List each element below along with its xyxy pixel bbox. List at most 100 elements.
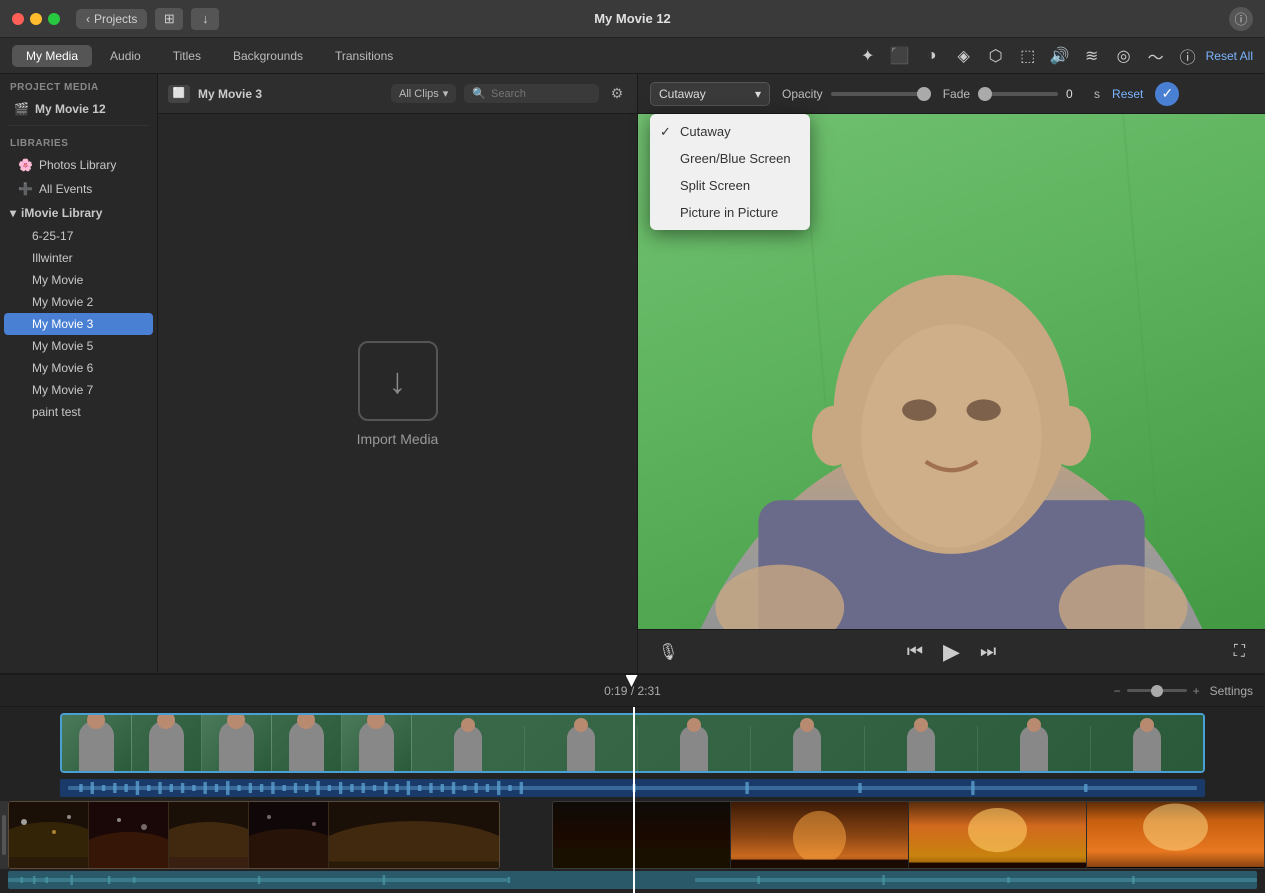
- noise-icon[interactable]: 〜: [1142, 42, 1170, 70]
- reset-button[interactable]: Reset: [1112, 87, 1143, 101]
- zoom-plus-icon[interactable]: +: [1193, 684, 1200, 698]
- close-button[interactable]: [12, 13, 24, 25]
- titlebar: ‹ Projects ⊞ ↓ My Movie 12 ⓘ: [0, 0, 1265, 38]
- dropdown-option-green-blue-screen[interactable]: Green/Blue Screen: [650, 145, 810, 172]
- fade-value: 0: [1066, 87, 1086, 101]
- sidebar-item-my-movie-5[interactable]: My Movie 5: [4, 335, 153, 357]
- next-button[interactable]: ⏭: [980, 641, 996, 662]
- film-frame-4: [272, 715, 342, 771]
- color-correct-icon[interactable]: ◑: [918, 42, 946, 70]
- person-sm-10: [907, 726, 935, 771]
- broll-clip-1[interactable]: [8, 801, 500, 869]
- person-head-3: [227, 715, 245, 729]
- sidebar-item-my-movie-12[interactable]: 🎬 My Movie 12: [4, 97, 153, 121]
- broll-frame-5: [329, 802, 499, 868]
- person-head-1: [87, 715, 105, 729]
- eq-icon[interactable]: ≋: [1078, 42, 1106, 70]
- main-video-track[interactable]: [60, 713, 1205, 773]
- sidebar-item-my-movie[interactable]: My Movie: [4, 269, 153, 291]
- tab-my-media[interactable]: My Media: [12, 45, 92, 67]
- opacity-thumb[interactable]: [917, 87, 931, 101]
- speed-icon[interactable]: ◎: [1110, 42, 1138, 70]
- sidebar-item-paint-test[interactable]: paint test: [4, 401, 153, 423]
- broll-audio-track: [8, 871, 1257, 889]
- sidebar-item-6-25-17[interactable]: 6-25-17: [4, 225, 153, 247]
- zoom-thumb[interactable]: [1151, 685, 1163, 697]
- fade-slider[interactable]: [978, 92, 1058, 96]
- person-head-sm-6: [461, 718, 475, 732]
- timeline-header: 0:19 / 2:31 − + Settings: [0, 675, 1265, 707]
- person-silhouette-2: [149, 721, 184, 771]
- clip-filter-label: All Clips: [399, 88, 439, 100]
- person-head-sm-12: [1140, 718, 1154, 732]
- import-button[interactable]: ↓: [191, 8, 219, 30]
- waveform-svg: [68, 780, 1197, 796]
- magic-wand-icon[interactable]: ✦: [854, 42, 882, 70]
- person-silhouette-3: [219, 721, 254, 771]
- library-view-button[interactable]: ⊞: [155, 8, 183, 30]
- info-icon[interactable]: ⓘ: [1174, 42, 1202, 70]
- main-track-filmstrip: [62, 715, 1203, 771]
- minimize-button[interactable]: [30, 13, 42, 25]
- tab-audio[interactable]: Audio: [96, 45, 155, 67]
- fade-control: Fade 0 s: [943, 87, 1100, 101]
- sidebar-item-my-movie-2[interactable]: My Movie 2: [4, 291, 153, 313]
- import-label: Import Media: [357, 431, 439, 447]
- play-button[interactable]: ▶: [943, 639, 960, 665]
- dropdown-option-picture-in-picture[interactable]: Picture in Picture: [650, 199, 810, 226]
- projects-back-button[interactable]: ‹ Projects: [76, 9, 147, 29]
- clip-filter-dropdown[interactable]: All Clips ▾: [391, 84, 456, 103]
- dropdown-chevron-icon: ▾: [755, 87, 761, 101]
- sidebar-item-my-movie-3[interactable]: My Movie 3: [4, 313, 153, 335]
- libraries-header: LIBRARIES: [0, 130, 157, 153]
- person-head-2: [157, 715, 175, 729]
- sidebar-item-my-movie-6[interactable]: My Movie 6: [4, 357, 153, 379]
- titlebar-right: ⓘ: [1229, 7, 1253, 31]
- gear-icon[interactable]: ⚙: [607, 84, 627, 104]
- reset-all-button[interactable]: Reset All: [1206, 49, 1253, 63]
- cutaway-dropdown[interactable]: Cutaway ▾: [650, 82, 770, 106]
- info-badge[interactable]: ⓘ: [1229, 7, 1253, 31]
- player-controls: 🎙 ⏮ ▶ ⏭ ⛶: [638, 629, 1265, 673]
- mic-button[interactable]: 🎙: [658, 642, 678, 662]
- volume-icon[interactable]: 🔊: [1046, 42, 1074, 70]
- fade-thumb[interactable]: [978, 87, 992, 101]
- landscape-frame-4: [1087, 802, 1264, 868]
- expand-panel-button[interactable]: ⬜: [168, 85, 190, 103]
- zoom-control: − +: [1114, 684, 1200, 698]
- imovie-library-toggle[interactable]: ▾ iMovie Library: [0, 201, 157, 225]
- frame-icon[interactable]: ⬛: [886, 42, 914, 70]
- maximize-button[interactable]: [48, 13, 60, 25]
- timeline-time: 0:19 / 2:31: [604, 684, 661, 698]
- broll-tracks: [0, 801, 1265, 869]
- landscape-frame-1: [553, 802, 730, 868]
- sidebar-item-my-movie-7[interactable]: My Movie 7: [4, 379, 153, 401]
- settings-button[interactable]: Settings: [1210, 684, 1253, 698]
- tab-titles[interactable]: Titles: [159, 45, 215, 67]
- broll-dark-frame-2: [731, 802, 909, 868]
- camera-icon[interactable]: ⬚: [1014, 42, 1042, 70]
- broll-clip-2[interactable]: [552, 801, 1265, 869]
- dropdown-option-split-screen[interactable]: Split Screen: [650, 172, 810, 199]
- dropdown-option-cutaway[interactable]: Cutaway: [650, 118, 810, 145]
- sidebar-item-photos-library[interactable]: 🌸 Photos Library: [4, 153, 153, 177]
- film-frames-rest: [412, 715, 1203, 771]
- prev-button[interactable]: ⏮: [907, 641, 923, 662]
- space-frame-4: [249, 802, 329, 868]
- search-input[interactable]: [491, 88, 591, 100]
- sidebar-item-illwinter[interactable]: Illwinter: [4, 247, 153, 269]
- zoom-slider[interactable]: [1127, 689, 1187, 692]
- confirm-button[interactable]: ✓: [1155, 82, 1179, 106]
- filter-icon[interactable]: ◈: [950, 42, 978, 70]
- opacity-slider[interactable]: [831, 92, 931, 96]
- tab-transitions[interactable]: Transitions: [321, 45, 407, 67]
- sidebar-item-all-events[interactable]: ➕ All Events: [4, 177, 153, 201]
- broll-dark-frame-3: [909, 802, 1087, 868]
- fullscreen-button[interactable]: ⛶: [1234, 643, 1245, 661]
- cutaway-dropdown-menu: Cutaway Green/Blue Screen Split Screen P…: [650, 114, 810, 230]
- grid-icon: ⊞: [164, 11, 175, 27]
- zoom-minus-icon[interactable]: −: [1114, 684, 1121, 698]
- search-bar[interactable]: 🔍: [464, 84, 599, 103]
- crop-icon[interactable]: ⬡: [982, 42, 1010, 70]
- tab-backgrounds[interactable]: Backgrounds: [219, 45, 317, 67]
